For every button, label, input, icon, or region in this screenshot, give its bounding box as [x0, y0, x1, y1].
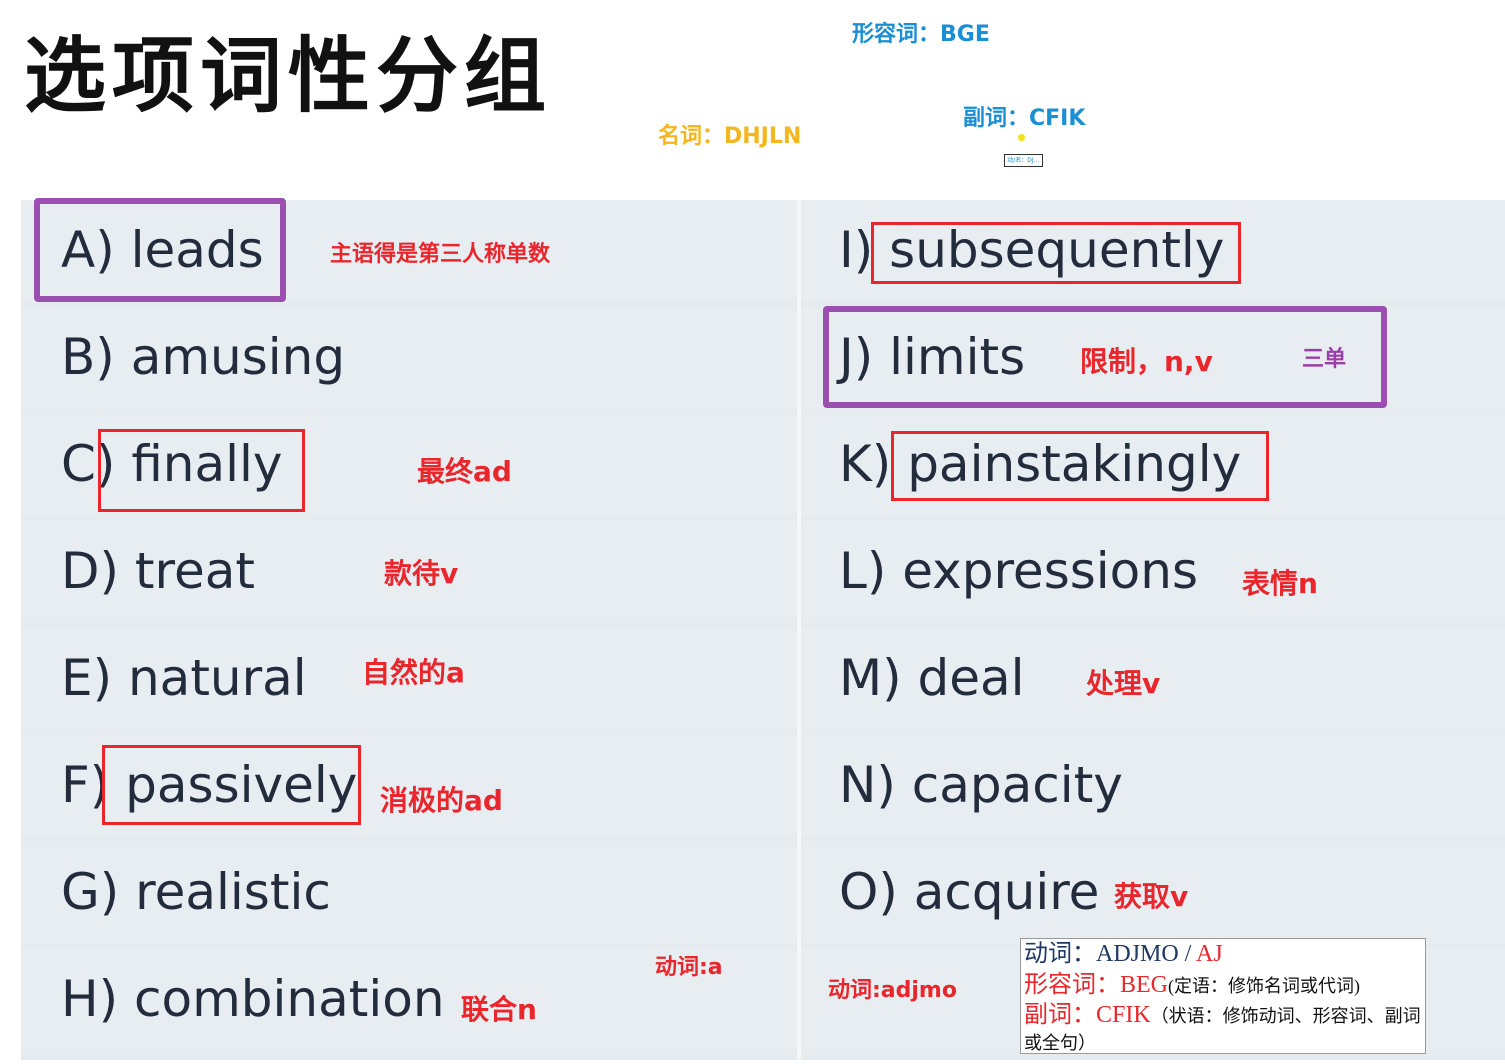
highlight-dot-icon [1018, 134, 1025, 141]
summary-verb-line: 动词：ADJMO / AJ [1024, 939, 1425, 970]
summary-adj-note: (定语：修饰名词或代词) [1168, 976, 1360, 996]
summary-adj-line: 形容词：BEG(定语：修饰名词或代词) [1024, 970, 1425, 1002]
summary-verb-value: ADJMO / [1096, 941, 1197, 967]
summary-adj-label: 形容词： [1024, 972, 1120, 998]
option-e: E) natural [61, 649, 307, 707]
note-l: 表情n [1242, 567, 1318, 600]
summary-box: 动词：ADJMO / AJ 形容词：BEG(定语：修饰名词或代词) 副词：CFI… [1020, 938, 1426, 1054]
note-j-third-person: 三单 [1302, 347, 1347, 372]
note-verb-adjmo: 动词:adjmo [828, 978, 957, 1003]
option-n: N) capacity [839, 756, 1123, 814]
highlight-box-a [34, 198, 286, 302]
column-divider [797, 200, 801, 1060]
highlight-box-f [102, 745, 361, 825]
tiny-category-box: 动/名：DJ… [1004, 154, 1043, 167]
adjective-category: 形容词：BGE [852, 22, 990, 47]
adverb-category: 副词：CFIK [963, 106, 1086, 131]
highlight-box-c [98, 429, 305, 512]
highlight-box-k [891, 431, 1269, 501]
summary-adj-value: BEG [1120, 972, 1168, 998]
note-f: 消极的ad [380, 784, 503, 817]
option-m: M) deal [839, 649, 1025, 707]
note-a: 主语得是第三人称单数 [330, 242, 551, 267]
note-h: 联合n [461, 993, 537, 1026]
summary-adv-line: 副词：CFIK（状语：修饰动词、形容词、副词或全句） [1024, 1002, 1425, 1053]
option-g: G) realistic [61, 863, 331, 921]
note-j: 限制，n,v [1080, 345, 1213, 378]
summary-verb-label: 动词： [1024, 941, 1096, 967]
note-c: 最终ad [417, 455, 512, 488]
note-d: 款待v [384, 557, 459, 590]
noun-category: 名词：DHJLN [658, 124, 802, 149]
summary-adv-label: 副词： [1024, 1002, 1096, 1028]
option-o: O) acquire [839, 863, 1100, 921]
option-b: B) amusing [61, 328, 346, 386]
option-l: L) expressions [839, 542, 1199, 600]
highlight-box-i [871, 222, 1241, 284]
summary-adv-value: CFIK [1096, 1002, 1151, 1028]
option-h: H) combination [61, 970, 445, 1028]
note-verb-a: 动词:a [655, 955, 723, 980]
note-o: 获取v [1114, 880, 1189, 913]
note-e: 自然的a [362, 656, 465, 689]
option-d: D) treat [61, 542, 255, 600]
note-m: 处理v [1086, 667, 1161, 700]
summary-verb-value-red: AJ [1196, 941, 1223, 967]
page-title: 选项词性分组 [24, 29, 553, 124]
